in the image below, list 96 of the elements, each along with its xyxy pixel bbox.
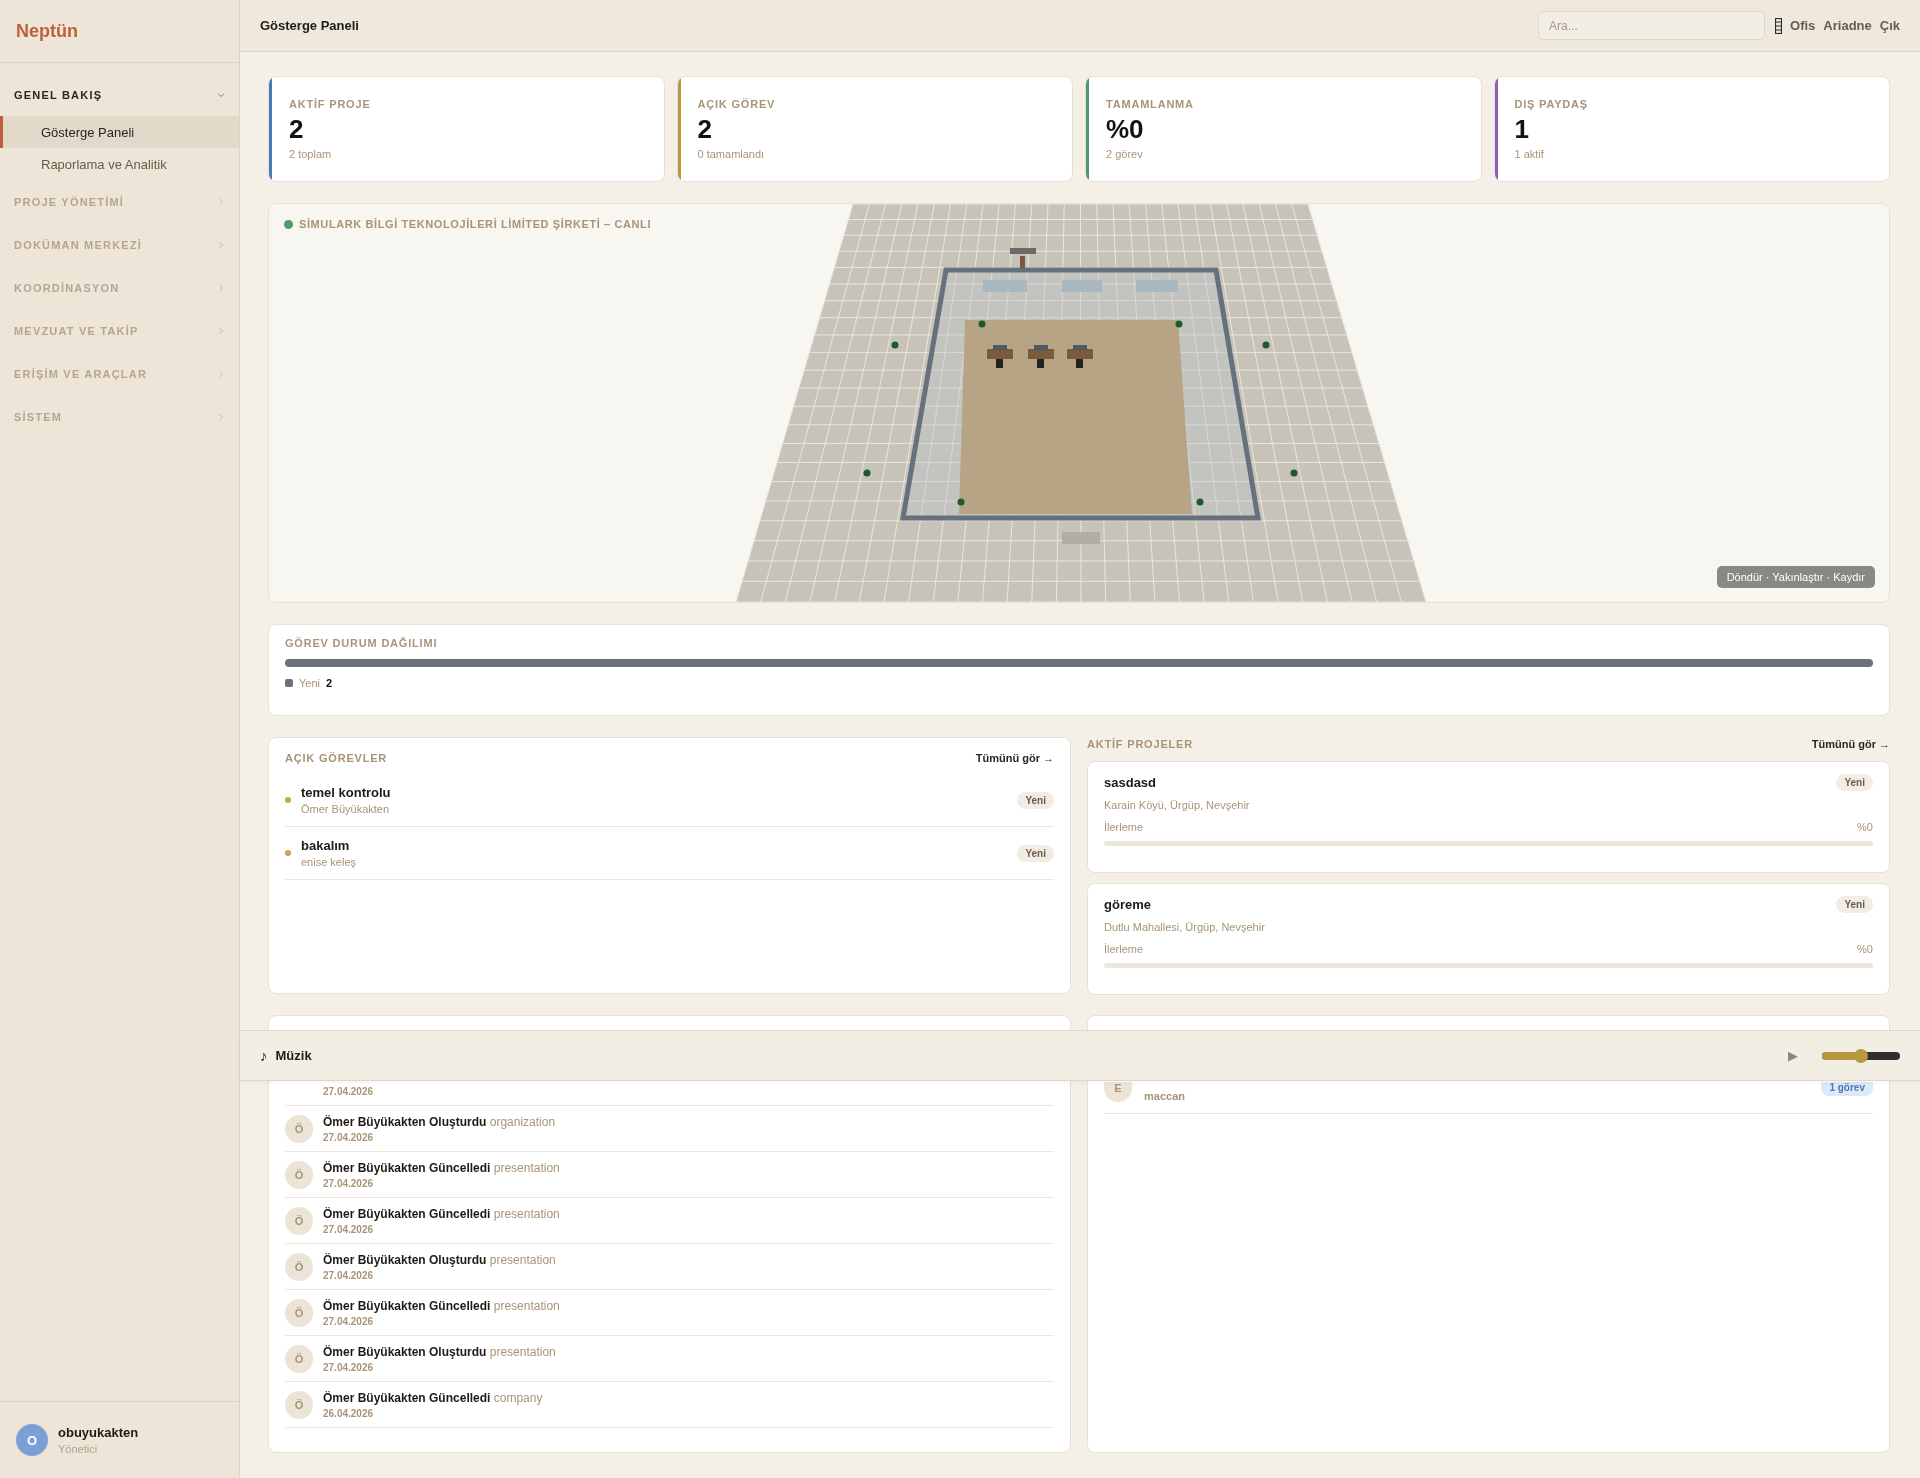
- activity-target: presentation: [493, 1206, 560, 1221]
- stat-note: 2 görev: [1106, 148, 1144, 160]
- view-all-link[interactable]: Tümünü gör →: [975, 752, 1054, 764]
- activity-target: organization: [489, 1114, 556, 1129]
- activity-text: Ömer Büyükakten Güncelledi: [323, 1298, 491, 1313]
- stat-value: %0: [1106, 116, 1145, 142]
- progress-label: İlerleme: [1104, 943, 1144, 955]
- ladder-icon: [1775, 17, 1783, 34]
- progress-percent: %0: [1857, 943, 1873, 955]
- task-assignee: enise keleş: [301, 856, 358, 868]
- stat-value: 2: [697, 116, 713, 142]
- project-location: Dutlu Mahallesi, Ürgüp, Nevşehir: [1104, 921, 1266, 933]
- chevron-right-icon: [217, 369, 225, 378]
- activity-date: 27.04.2026: [323, 1361, 375, 1373]
- chevron-right-icon: [217, 197, 225, 206]
- status-badge: Yeni: [1836, 774, 1873, 791]
- user-role: Yönetici: [58, 1443, 99, 1455]
- view-all-link[interactable]: Tümünü gör →: [1811, 738, 1890, 750]
- stat-note: 0 tamamlandı: [697, 148, 766, 160]
- section-title: GÖREV DURUM DAĞILIMI: [285, 637, 439, 649]
- activity-target: presentation: [489, 1252, 556, 1267]
- activity-date: 27.04.2026: [323, 1315, 375, 1327]
- activity-target: presentation: [493, 1160, 560, 1175]
- avatar: Ö: [285, 1160, 313, 1189]
- chevron-right-icon: [217, 412, 225, 421]
- volume-slider[interactable]: [1822, 1051, 1900, 1060]
- stat-value: 1: [1514, 116, 1530, 142]
- progress-label: İlerleme: [1104, 821, 1144, 833]
- project-name: sasdasd: [1104, 775, 1157, 790]
- stat-label: AÇIK GÖREV: [697, 98, 777, 110]
- status-badge: Yeni: [1017, 791, 1054, 809]
- avatar: Ö: [285, 1390, 313, 1419]
- project-card[interactable]: sasdasd Yeni Karain Köyü, Ürgüp, Nevşehir İlerleme %0: [1087, 761, 1890, 873]
- music-title: Müzik: [275, 1048, 312, 1063]
- avatar: Ö: [285, 1298, 313, 1327]
- activity-date: 27.04.2026: [323, 1269, 375, 1281]
- legend-label: Yeni: [299, 677, 320, 689]
- page-title: Gösterge Paneli: [260, 18, 359, 33]
- stat-label: TAMAMLANMA: [1106, 98, 1195, 110]
- stat-note: 1 aktif: [1514, 148, 1545, 160]
- avatar: Ö: [285, 1114, 313, 1143]
- legend-count: 2: [326, 677, 333, 689]
- nav-item[interactable]: Raporlama ve Analitik: [0, 148, 239, 180]
- status-badge: Yeni: [1836, 896, 1873, 913]
- status-badge: Yeni: [1017, 844, 1054, 862]
- task-title[interactable]: temel kontrolu: [301, 785, 1008, 800]
- user-avatar: O: [16, 1424, 48, 1456]
- activity-text: Ömer Büyükakten Güncelledi: [323, 1160, 491, 1175]
- header-link[interactable]: Çık: [1879, 18, 1900, 33]
- activity-target: presentation: [493, 1298, 560, 1313]
- stat-note: 2 toplam: [289, 148, 333, 160]
- chevron-right-icon: [217, 283, 225, 292]
- task-count-badge: 1 görev: [1821, 1082, 1873, 1096]
- chevron-down-icon: [217, 90, 225, 99]
- stat-value: 2: [289, 116, 305, 142]
- search-field[interactable]: Ara...: [1538, 11, 1766, 40]
- music-note-icon: ♪: [260, 1047, 268, 1064]
- activity-date: 27.04.2026: [323, 1177, 375, 1189]
- header-link[interactable]: Ariadne: [1823, 18, 1872, 33]
- avatar: Ö: [285, 1252, 313, 1281]
- stakeholder-name: maccan: [1144, 1089, 1186, 1102]
- avatar: Ö: [285, 1344, 313, 1373]
- section-title: AÇIK GÖREVLER: [285, 752, 388, 764]
- stat-label: DIŞ PAYDAŞ: [1514, 98, 1589, 110]
- play-button[interactable]: ▶: [1782, 1046, 1804, 1065]
- activity-date: 27.04.2026: [323, 1223, 375, 1235]
- header-link[interactable]: Ofis: [1790, 18, 1816, 33]
- nav-group[interactable]: GENEL BAKIŞ: [0, 73, 239, 116]
- controls-hint: Döndür · Yakınlaştır · Kaydır: [1716, 566, 1875, 588]
- chevron-right-icon: [217, 240, 225, 249]
- project-location: Karain Köyü, Ürgüp, Nevşehir: [1104, 799, 1251, 811]
- user-name: obuyukakten: [58, 1425, 139, 1440]
- task-title[interactable]: bakalım: [301, 838, 1008, 853]
- activity-text: Ömer Büyükakten Oluşturdu: [323, 1114, 487, 1129]
- activity-text: Ömer Büyükakten Güncelledi: [323, 1206, 491, 1221]
- project-name: göreme: [1104, 897, 1151, 912]
- stat-label: AKTİF PROJE: [289, 98, 372, 110]
- brand-logo[interactable]: Neptün: [16, 20, 78, 42]
- activity-text: Ömer Büyükakten Oluşturdu: [323, 1344, 487, 1359]
- activity-target: presentation: [489, 1344, 556, 1359]
- avatar: E: [1104, 1082, 1132, 1102]
- project-card[interactable]: göreme Yeni Dutlu Mahallesi, Ürgüp, Nevşehir İlerleme %0: [1087, 883, 1890, 995]
- activity-date: 26.04.2026: [323, 1407, 375, 1419]
- activity-text: Ömer Büyükakten Güncelledi: [323, 1390, 491, 1405]
- activity-text: Ömer Büyükakten Oluşturdu: [323, 1252, 487, 1267]
- chevron-right-icon: [217, 326, 225, 335]
- scene-title: SİMULARK BİLGİ TEKNOLOJİLERİ LİMİTED ŞİRKETİ – CANLI: [299, 218, 652, 230]
- volume-thumb[interactable]: [1854, 1048, 1868, 1063]
- activity-date: 27.04.2026: [323, 1131, 375, 1143]
- section-title: AKTİF PROJELER: [1087, 738, 1193, 750]
- task-assignee: Ömer Büyükakten: [301, 803, 391, 815]
- progress-percent: %0: [1857, 821, 1873, 833]
- activity-target: company: [493, 1390, 543, 1405]
- activity-date: 27.04.2026: [323, 1086, 374, 1097]
- nav-item[interactable]: Gösterge Paneli: [0, 116, 239, 148]
- avatar: Ö: [285, 1206, 313, 1235]
